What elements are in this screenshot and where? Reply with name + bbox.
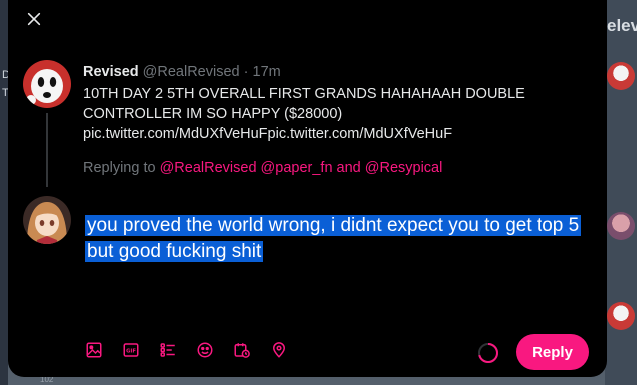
- close-icon: [27, 12, 41, 26]
- replying-prefix: Replying to: [83, 160, 160, 176]
- mention-link[interactable]: @paper_fn: [261, 160, 333, 176]
- close-button[interactable]: [22, 7, 46, 31]
- tweet-timestamp[interactable]: 17m: [253, 64, 281, 80]
- media-button[interactable]: [84, 340, 104, 360]
- thread-connector: [46, 113, 48, 187]
- tweet-author-name[interactable]: Revised: [83, 64, 139, 80]
- tweet-media-link[interactable]: pic.twitter.com/MdUXfVeHuFpic.twitter.co…: [83, 124, 583, 144]
- mention-link[interactable]: @Resypical: [365, 160, 443, 176]
- location-icon: [272, 342, 286, 358]
- background-avatar: [607, 212, 635, 240]
- original-tweet: Revised @RealRevised · 17m 10TH DAY 2 5T…: [83, 63, 583, 144]
- schedule-button[interactable]: [232, 340, 252, 360]
- tweet-author-avatar[interactable]: [23, 60, 71, 108]
- gif-button[interactable]: GIF: [121, 340, 141, 360]
- replying-and: and: [332, 160, 365, 176]
- reply-text-selected: you proved the world wrong, i didnt expe…: [85, 215, 582, 262]
- reply-button[interactable]: Reply: [516, 334, 589, 370]
- emoji-icon: [197, 342, 213, 358]
- background-left-strip: [0, 0, 8, 385]
- background-avatar: [607, 302, 635, 330]
- user-avatar: [23, 196, 71, 244]
- svg-text:GIF: GIF: [126, 349, 136, 355]
- tweet-header: Revised @RealRevised · 17m: [83, 63, 583, 81]
- composer-toolbar: GIF: [84, 340, 289, 360]
- location-button[interactable]: [269, 340, 289, 360]
- tweet-text: 10TH DAY 2 5TH OVERALL FIRST GRANDS HAHA…: [83, 84, 583, 144]
- background-heading: elev: [607, 16, 637, 35]
- emoji-button[interactable]: [195, 340, 215, 360]
- tweet-author-handle[interactable]: @RealRevised: [143, 64, 240, 80]
- reply-textarea[interactable]: you proved the world wrong, i didnt expe…: [85, 213, 585, 265]
- poll-icon: [160, 343, 175, 357]
- schedule-icon: [234, 343, 250, 358]
- replying-to: Replying to @RealRevised @paper_fn and @…: [83, 160, 442, 176]
- reply-modal: Revised @RealRevised · 17m 10TH DAY 2 5T…: [8, 0, 607, 377]
- tweet-text-content: 10TH DAY 2 5TH OVERALL FIRST GRANDS HAHA…: [83, 86, 525, 122]
- mention-link[interactable]: @RealRevised: [160, 160, 257, 176]
- poll-button[interactable]: [158, 340, 178, 360]
- background-avatar: [607, 62, 635, 90]
- character-count-ring: [478, 343, 498, 363]
- image-icon: [86, 342, 102, 358]
- tweet-separator: ·: [243, 64, 249, 80]
- gif-icon: GIF: [123, 343, 139, 357]
